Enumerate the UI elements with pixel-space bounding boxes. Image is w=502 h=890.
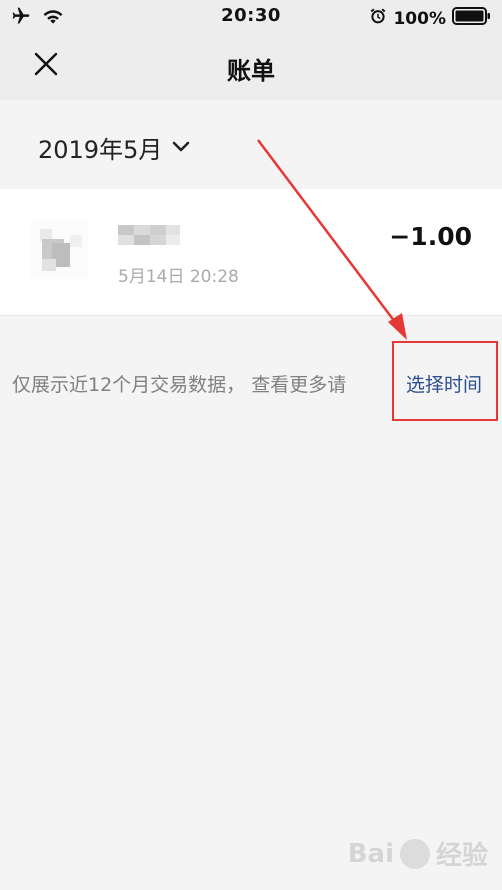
- battery-percentage: 100%: [393, 8, 446, 29]
- transaction-time: 5月14日 20:28: [118, 267, 239, 287]
- month-selector[interactable]: 2019年5月: [38, 130, 190, 165]
- history-limit-notice: 仅展示近12个月交易数据， 查看更多请: [12, 374, 347, 396]
- month-label: 2019年5月: [38, 136, 163, 164]
- transaction-amount: −1.00: [389, 222, 472, 251]
- annotation-highlight-box: [392, 341, 498, 421]
- transaction-item[interactable]: 5月14日 20:28 −1.00: [0, 189, 502, 316]
- battery-icon: [452, 6, 492, 31]
- page-title: 账单: [227, 57, 275, 85]
- alarm-icon: [369, 7, 387, 30]
- watermark-logo: Bai 经验: [347, 838, 488, 871]
- status-bar: 20:30 100%: [0, 0, 502, 32]
- chevron-down-icon: [172, 138, 190, 157]
- status-bar-right: 100%: [369, 6, 492, 31]
- merchant-avatar: [30, 221, 88, 279]
- nav-bar: 账单: [0, 32, 502, 100]
- merchant-name-blurred: [118, 223, 182, 247]
